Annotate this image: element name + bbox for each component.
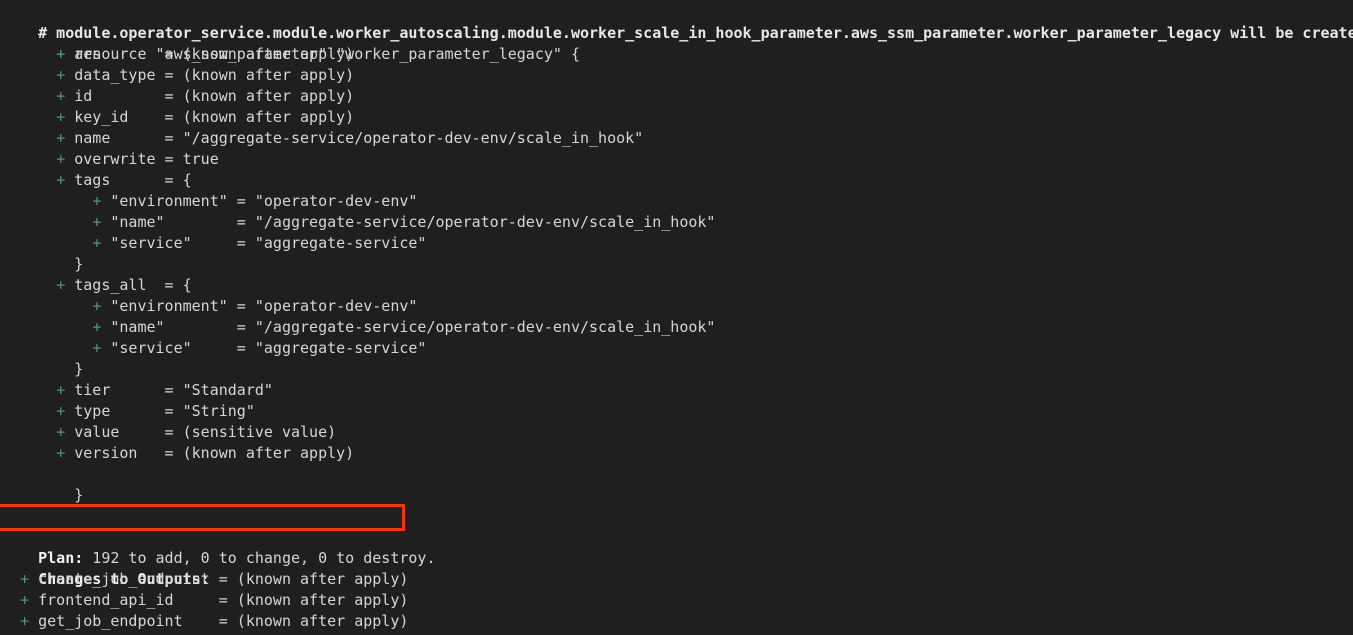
attribute-line: + tier = "Standard"	[0, 380, 1353, 401]
output-text: + create_job_endpoint = (known after app…	[20, 570, 409, 588]
attribute-line: + name = "/aggregate-service/operator-de…	[0, 128, 1353, 149]
attribute-text: + "service" = "aggregate-service"	[92, 234, 427, 252]
attribute-text: + "name" = "/aggregate-service/operator-…	[92, 213, 716, 231]
attribute-line: + "environment" = "operator-dev-env"	[0, 296, 1353, 317]
attribute-text: + key_id = (known after apply)	[56, 108, 355, 126]
attribute-line: + "environment" = "operator-dev-env"	[0, 191, 1353, 212]
attribute-text: + value = (sensitive value)	[56, 423, 337, 441]
attribute-line: + value = (sensitive value)	[0, 422, 1353, 443]
attribute-line: + "service" = "aggregate-service"	[0, 233, 1353, 254]
output-line: + frontend_api_id = (known after apply)	[0, 590, 1353, 611]
attribute-text: + name = "/aggregate-service/operator-de…	[56, 129, 644, 147]
terminal-output[interactable]: # module.operator_service.module.worker_…	[0, 0, 1353, 635]
attribute-text: + overwrite = true	[56, 150, 219, 168]
attribute-line: + "name" = "/aggregate-service/operator-…	[0, 212, 1353, 233]
resource-open-line: + resource "aws_ssm_parameter" "worker_p…	[0, 23, 1353, 63]
attribute-line: }	[0, 359, 1353, 380]
output-line: + get_job_endpoint = (known after apply)	[0, 611, 1353, 632]
attribute-line: }	[0, 254, 1353, 275]
outputs-header-line: Changes to Outputs:	[0, 548, 1353, 588]
attribute-line: + type = "String"	[0, 401, 1353, 422]
output-text: + get_job_endpoint = (known after apply)	[20, 612, 409, 630]
attribute-text: + tags_all = {	[56, 276, 192, 294]
resource-close-line: }	[0, 464, 1353, 504]
resource-header-line: # module.operator_service.module.worker_…	[0, 2, 1353, 42]
attribute-text: }	[2, 255, 84, 273]
attribute-text: + tier = "Standard"	[56, 381, 273, 399]
attribute-line: + overwrite = true	[0, 149, 1353, 170]
attribute-text: + tags = {	[56, 171, 192, 189]
plan-summary-line: Plan: 192 to add, 0 to change, 0 to dest…	[0, 504, 1353, 567]
attribute-text: + type = "String"	[56, 402, 255, 420]
attribute-line: + "name" = "/aggregate-service/operator-…	[0, 317, 1353, 338]
attribute-line: + data_type = (known after apply)	[0, 65, 1353, 86]
attribute-line: + tags = {	[0, 170, 1353, 191]
attribute-text: + data_type = (known after apply)	[56, 66, 355, 84]
attribute-text: + "environment" = "operator-dev-env"	[92, 192, 418, 210]
attribute-text: + version = (known after apply)	[56, 444, 355, 462]
attribute-line: + tags_all = {	[0, 275, 1353, 296]
attribute-line: + key_id = (known after apply)	[0, 107, 1353, 128]
attribute-text: + id = (known after apply)	[56, 87, 355, 105]
attribute-line: + arn = (known after apply)	[0, 44, 1353, 65]
attribute-text: }	[2, 360, 84, 378]
attribute-line: + version = (known after apply)	[0, 443, 1353, 464]
attribute-text: + "name" = "/aggregate-service/operator-…	[92, 318, 716, 336]
attribute-line: + id = (known after apply)	[0, 86, 1353, 107]
output-line: + create_job_endpoint = (known after app…	[0, 569, 1353, 590]
attribute-text: + arn = (known after apply)	[56, 45, 355, 63]
output-text: + frontend_api_id = (known after apply)	[20, 591, 409, 609]
attribute-text: + "service" = "aggregate-service"	[92, 339, 427, 357]
attribute-text: + "environment" = "operator-dev-env"	[92, 297, 418, 315]
attribute-line: + "service" = "aggregate-service"	[0, 338, 1353, 359]
